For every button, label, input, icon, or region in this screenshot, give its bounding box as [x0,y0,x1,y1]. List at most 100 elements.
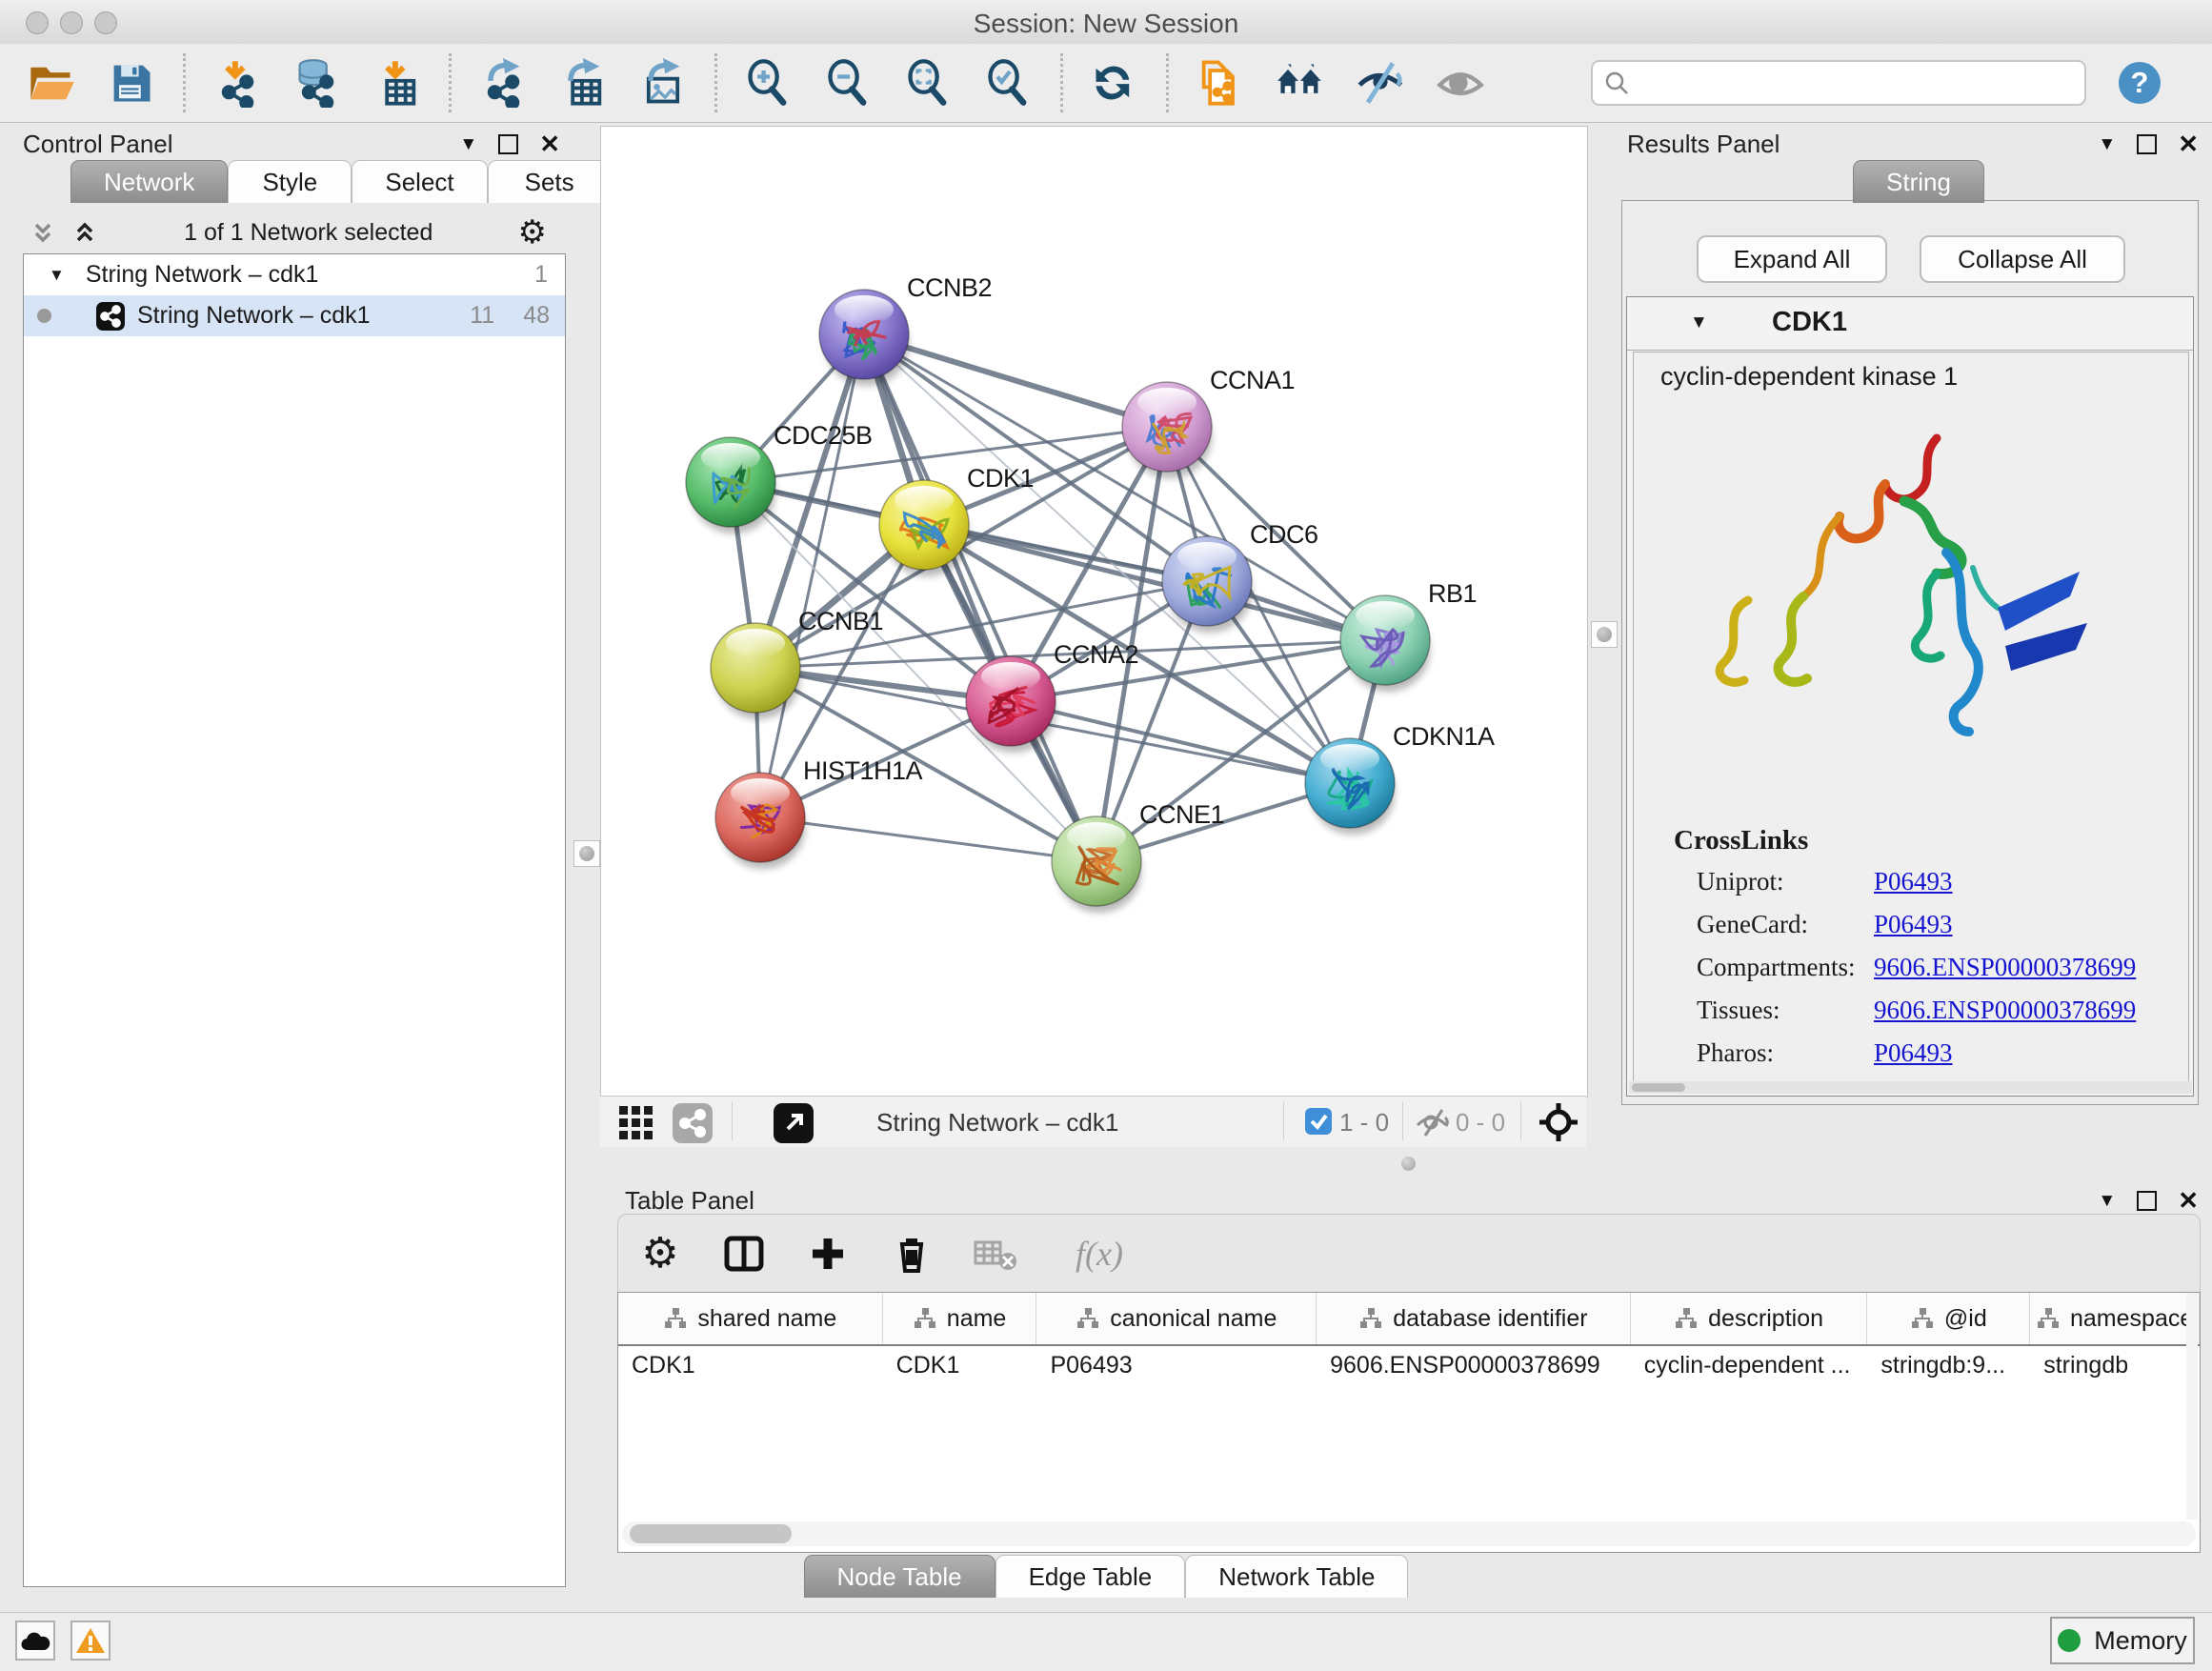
crosslink-label: Compartments: [1697,953,1855,981]
hidden-eye-icon[interactable] [1414,1106,1452,1138]
results-hscrollbar[interactable] [1629,1081,2192,1094]
tab-network-table[interactable]: Network Table [1185,1555,1408,1598]
warning-icon[interactable] [70,1621,111,1661]
share-document-button[interactable] [1194,56,1247,110]
node-label: CDKN1A [1393,722,1495,751]
cell: 9606.ENSP00000378699 [1317,1344,1631,1386]
network-edge[interactable] [760,817,1096,861]
save-session-button[interactable] [105,56,158,110]
entry-name: CDK1 [1772,307,1847,338]
network-node-ccnb2[interactable]: CCNB2 [819,273,992,386]
panel-menu-icon[interactable]: ▼ [459,134,477,155]
expand-all-icon[interactable] [70,218,99,247]
table-row[interactable]: CDK1CDK1P064939606.ENSP00000378699cyclin… [618,1344,2200,1386]
tab-style[interactable]: Style [228,160,352,203]
cytoscape-window: Session: New Session ? Control Panel ▼ ✕… [0,0,2212,1671]
network-row[interactable]: String Network – cdk1 11 48 [24,295,565,336]
expand-all-button[interactable]: Expand All [1697,235,1887,283]
table-settings-icon[interactable]: ⚙ [637,1231,683,1277]
network-node-rb1[interactable]: RB1 [1340,579,1477,692]
results-panel-title: Results Panel [1627,130,1780,159]
expander-icon[interactable]: ▼ [49,266,65,285]
toggle-visibility-button[interactable] [1354,56,1407,110]
import-table-button[interactable] [371,56,424,110]
export-table-button[interactable] [556,56,610,110]
open-folder-button[interactable] [25,56,78,110]
network-edge[interactable] [864,334,1167,427]
tab-edge-table[interactable]: Edge Table [995,1555,1186,1598]
table-panel-title: Table Panel [625,1186,754,1216]
crosslink-label: GeneCard: [1697,910,1808,938]
close-panel-icon[interactable]: ✕ [539,136,560,152]
column-header-@id[interactable]: @id [1867,1293,2030,1344]
panel-menu-icon[interactable]: ▼ [2098,134,2116,155]
zoom-fit-button[interactable] [902,56,955,110]
network-canvas[interactable]: CCNB2CCNA1CDC25BCDK1CDC6RB1CCNB1CCNA2CDK… [600,126,1588,1097]
grid-view-icon[interactable] [617,1104,657,1140]
panel-menu-icon[interactable]: ▼ [2098,1191,2116,1212]
splitter-handle[interactable] [573,840,600,867]
current-network-title: String Network – cdk1 [876,1108,1118,1137]
delete-column-icon[interactable] [889,1231,935,1277]
close-panel-icon[interactable]: ✕ [2178,1193,2199,1209]
column-header-shared-name[interactable]: shared name [618,1293,883,1344]
table-vscrollbar[interactable] [2186,1293,2198,1520]
network-node-cdkn1a[interactable]: CDKN1A [1305,722,1495,835]
selected-checkbox-icon[interactable] [1305,1108,1332,1135]
column-header-namespace[interactable]: namespace [2030,1293,2200,1344]
float-panel-icon[interactable] [498,134,518,154]
cell: stringdb [2030,1344,2200,1386]
crosslink-value-link[interactable]: 9606.ENSP00000378699 [1874,996,2136,1025]
collapse-entry-icon[interactable]: ▼ [1690,312,1708,333]
delete-table-icon[interactable] [973,1231,1018,1277]
node-label: CCNB1 [798,607,883,635]
network-collection-row[interactable]: ▼ String Network – cdk1 1 [24,254,565,295]
close-panel-icon[interactable]: ✕ [2178,136,2199,152]
crosslink-value-link[interactable]: P06493 [1874,867,1953,896]
zoom-out-button[interactable] [822,56,875,110]
zoom-in-button[interactable] [742,56,795,110]
birds-eye-view-icon[interactable] [1538,1101,1579,1143]
open-in-new-icon[interactable] [774,1103,814,1143]
tab-string[interactable]: String [1853,160,1984,203]
refresh-layout-button[interactable] [1088,56,1141,110]
function-builder-icon[interactable]: f(x) [1056,1231,1142,1277]
network-node-ccna1[interactable]: CCNA1 [1122,366,1295,478]
column-header-database-identifier[interactable]: database identifier [1317,1293,1631,1344]
column-header-description[interactable]: description [1631,1293,1868,1344]
zoom-selected-button[interactable] [982,56,1036,110]
search-input[interactable] [1591,60,2086,106]
table-hscrollbar[interactable] [622,1521,2196,1546]
float-panel-icon[interactable] [2137,134,2157,154]
share-icon[interactable] [673,1103,713,1143]
export-image-button[interactable] [636,56,690,110]
gear-icon[interactable]: ⚙ [518,213,547,252]
crosslink-value-link[interactable]: P06493 [1874,910,1953,939]
cloud-icon[interactable] [15,1621,55,1661]
splitter-handle-right[interactable] [1591,621,1618,648]
collapse-all-button[interactable]: Collapse All [1920,235,2125,283]
table-tabs: Node TableEdge TableNetwork Table [0,1555,2212,1598]
float-panel-icon[interactable] [2137,1191,2157,1211]
genemania-houses-button[interactable] [1274,56,1327,110]
add-column-icon[interactable] [805,1231,851,1277]
tab-network[interactable]: Network [70,160,228,203]
tab-node-table[interactable]: Node Table [804,1555,995,1598]
column-header-canonical-name[interactable]: canonical name [1036,1293,1317,1344]
node-label: CDC6 [1250,520,1318,549]
column-header-name[interactable]: name [883,1293,1037,1344]
columns-icon[interactable] [721,1231,767,1277]
import-database-button[interactable] [291,56,344,110]
export-network-button[interactable] [476,56,530,110]
crosslink-value-link[interactable]: 9606.ENSP00000378699 [1874,953,2136,982]
network-node-hist1h1a[interactable]: HIST1H1A [715,756,923,869]
tab-select[interactable]: Select [352,160,487,203]
table-toolbar: ⚙ f(x) [617,1214,2201,1292]
preview-eye-button[interactable] [1434,56,1487,110]
help-button[interactable]: ? [2119,62,2161,104]
crosslink-value-link[interactable]: P06493 [1874,1038,1953,1068]
collapse-all-icon[interactable] [29,218,57,247]
import-network-button[interactable] [211,56,264,110]
memory-button[interactable]: Memory [2050,1617,2195,1664]
tab-sets[interactable]: Sets [488,160,612,203]
